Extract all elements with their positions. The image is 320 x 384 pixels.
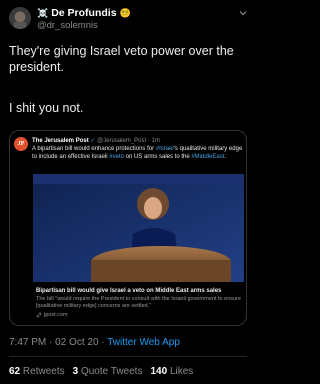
tweet-text-line-1: They're giving Israel veto power over th… <box>9 44 234 74</box>
author-name-line[interactable]: ☠️ De Profundis 😵‍💫 <box>37 7 131 19</box>
verified-icon: ✓ <box>90 138 96 144</box>
retweets-stat[interactable]: 62 Retweets <box>9 366 65 377</box>
hashtag-middleeast[interactable]: #MiddleEast <box>191 154 224 160</box>
link-domain: jpost.com <box>44 312 68 318</box>
source-app-link[interactable]: Twitter Web App <box>107 337 180 348</box>
divider <box>9 356 247 357</box>
skull-icon: ☠️ <box>37 7 49 18</box>
author-name[interactable]: De Profundis <box>51 7 116 19</box>
tweet-timestamp: 7:47 PM · 02 Oct 20 · Twitter Web App <box>9 337 180 348</box>
quoted-body-text: on US arms sales to the <box>123 154 192 160</box>
link-icon <box>36 312 42 318</box>
link-preview-image[interactable] <box>33 174 244 282</box>
likes-count: 140 <box>150 366 168 377</box>
quotes-stat[interactable]: 3 Quote Tweets <box>73 366 143 377</box>
link-domain-row[interactable]: jpost.com <box>36 312 68 318</box>
tweet-header: ☠️ De Profundis 😵‍💫 @dr_solemnis <box>9 7 247 33</box>
hashtag-veto[interactable]: #veto <box>109 154 124 160</box>
likes-label: Likes <box>169 366 194 377</box>
quoted-body-text: A bipartisan bill would enhance protecti… <box>32 146 156 152</box>
quoted-age: 1m <box>151 138 160 144</box>
quotes-label: Quote Tweets <box>80 366 143 377</box>
quoted-tweet-body: A bipartisan bill would enhance protecti… <box>32 145 244 161</box>
quotes-count: 3 <box>72 366 79 377</box>
quoted-handle: @Jerusalem_Post <box>97 138 147 144</box>
meta-separator: · <box>49 337 53 348</box>
jpost-logo: JP <box>14 137 28 151</box>
tweet-time[interactable]: 7:47 PM <box>9 337 46 348</box>
dizzy-face-icon: 😵‍💫 <box>119 7 131 18</box>
meta-separator: · <box>101 337 105 348</box>
retweets-count: 62 <box>9 366 21 377</box>
avatar[interactable] <box>9 7 31 29</box>
likes-stat[interactable]: 140 Likes <box>150 366 193 377</box>
hashtag-israel[interactable]: #Israel <box>156 146 174 152</box>
chevron-down-icon[interactable] <box>239 9 247 17</box>
tweet-text-line-2: I shit you not. <box>9 101 84 115</box>
retweets-label: Retweets <box>22 366 65 377</box>
link-description: The bill "would require the President to… <box>36 296 241 309</box>
author-handle[interactable]: @dr_solemnis <box>37 20 98 31</box>
quoted-author[interactable]: The Jerusalem Post <box>32 138 89 144</box>
quoted-body-text: . <box>224 154 227 160</box>
tweet-date[interactable]: 02 Oct 20 <box>55 337 98 348</box>
tweet-stats: 62 Retweets 3 Quote Tweets 140 Likes <box>9 366 193 377</box>
link-title[interactable]: Bipartisan bill would give Israel a veto… <box>36 288 242 294</box>
quoted-tweet-card[interactable]: JP The Jerusalem Post ✓ @Jerusalem_Post … <box>9 130 247 326</box>
